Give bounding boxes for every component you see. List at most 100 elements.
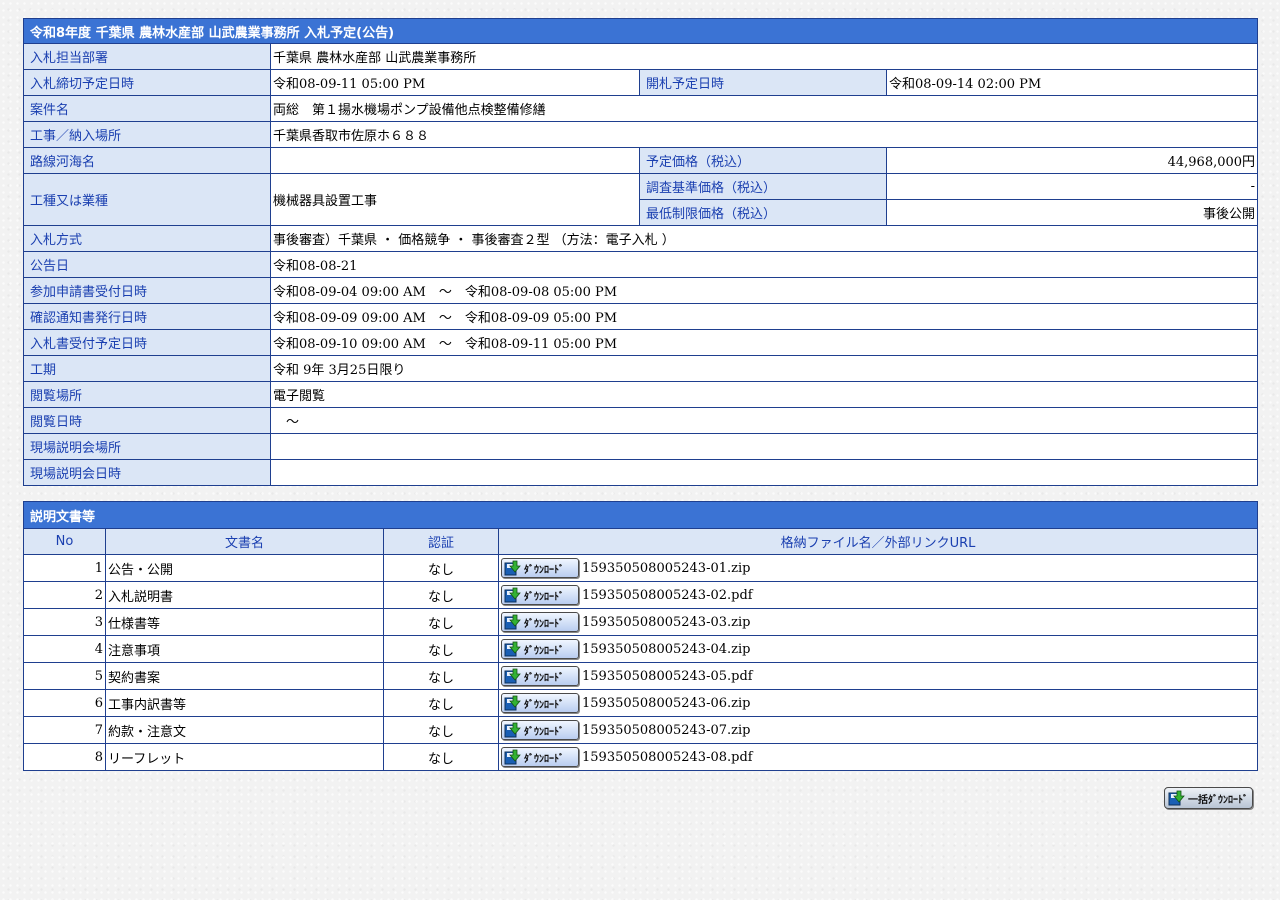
download-button[interactable]: ﾀﾞｳﾝﾛｰﾄﾞ [501,585,579,605]
download-icon [504,722,521,738]
location-label: 工事／納入場所 [23,121,271,148]
download-icon [1168,790,1185,806]
doc-file-name: 159350508005243-05.pdf [582,668,753,684]
doc-auth: なし [383,635,499,663]
col-header-auth: 認証 [383,528,499,555]
period-value: 令和 9年 3月25日限り [269,355,1259,382]
download-icon [504,614,521,630]
planned-price-label: 予定価格（税込） [639,147,887,174]
doc-name: リーフレット [105,743,384,771]
table-row: 5 契約書案 なし ﾀﾞｳﾝﾛｰﾄﾞ 159350508005243-05.pdf [23,662,1259,690]
doc-file-name: 159350508005243-04.zip [582,641,751,657]
briefing-place-value [269,433,1259,460]
table-row: 8 リーフレット なし ﾀﾞｳﾝﾛｰﾄﾞ 159350508005243-08.pdf [23,743,1259,771]
download-button[interactable]: ﾀﾞｳﾝﾛｰﾄﾞ [501,558,579,578]
table-row: 3 仕様書等 なし ﾀﾞｳﾝﾛｰﾄﾞ 159350508005243-03.zip [23,608,1259,636]
download-button[interactable]: ﾀﾞｳﾝﾛｰﾄﾞ [501,666,579,686]
doc-file-name: 159350508005243-01.zip [582,560,751,576]
download-button-label: ﾀﾞｳﾝﾛｰﾄﾞ [524,699,564,711]
category-value: 機械器具設置工事 [270,173,640,226]
doc-no: 3 [23,608,106,636]
doc-no: 6 [23,689,106,717]
project-value: 両総 第１揚水機場ポンプ設備他点検整備修繕 [269,95,1259,122]
col-header-no: No [23,528,106,555]
download-icon [504,695,521,711]
doc-file-cell: ﾀﾞｳﾝﾛｰﾄﾞ 159350508005243-07.zip [497,716,1259,744]
doc-auth: なし [383,608,499,636]
doc-file-cell: ﾀﾞｳﾝﾛｰﾄﾞ 159350508005243-02.pdf [497,581,1259,609]
application-label: 参加申請書受付日時 [23,277,271,304]
bid-info-caption: 令和8年度 千葉県 農林水産部 山武農業事務所 入札予定(公告) [22,18,1259,44]
doc-file-name: 159350508005243-07.zip [582,722,751,738]
doc-file-cell: ﾀﾞｳﾝﾛｰﾄﾞ 159350508005243-01.zip [497,554,1259,582]
deadline-value: 令和08-09-11 05:00 PM [270,69,640,96]
doc-file-cell: ﾀﾞｳﾝﾛｰﾄﾞ 159350508005243-05.pdf [497,662,1259,690]
briefing-date-label: 現場説明会日時 [23,459,271,486]
download-button-label: ﾀﾞｳﾝﾛｰﾄﾞ [524,672,564,684]
doc-file-cell: ﾀﾞｳﾝﾛｰﾄﾞ 159350508005243-06.zip [497,689,1259,717]
col-header-name: 文書名 [105,528,384,555]
survey-price-value: - [885,173,1259,200]
doc-name: 公告・公開 [105,554,384,582]
doc-name: 仕様書等 [105,608,384,636]
table-row: 6 工事内訳書等 なし ﾀﾞｳﾝﾛｰﾄﾞ 159350508005243-06.zip [23,689,1259,717]
briefing-date-value [269,459,1259,486]
doc-auth: なし [383,689,499,717]
download-button-label: ﾀﾞｳﾝﾛｰﾄﾞ [524,645,564,657]
doc-auth: なし [383,581,499,609]
download-button[interactable]: ﾀﾞｳﾝﾛｰﾄﾞ [501,612,579,632]
view-date-value: ～ [269,407,1259,434]
table-row: 1 公告・公開 なし ﾀﾞｳﾝﾛｰﾄﾞ 159350508005243-01.zip [23,554,1259,582]
bid-info-table: 令和8年度 千葉県 農林水産部 山武農業事務所 入札予定(公告) 入札担当部署 … [22,18,1259,486]
method-label: 入札方式 [23,225,271,252]
download-icon [504,641,521,657]
download-button[interactable]: ﾀﾞｳﾝﾛｰﾄﾞ [501,639,579,659]
doc-auth: なし [383,743,499,771]
doc-auth: なし [383,662,499,690]
doc-no: 7 [23,716,106,744]
opening-label: 開札予定日時 [639,69,887,96]
documents-rows: 1 公告・公開 なし ﾀﾞｳﾝﾛｰﾄﾞ 159350508005243-01.zip 2 入… [23,554,1259,771]
documents-table: 説明文書等 No 文書名 認証 格納ファイル名／外部リンクURL 1 公告・公開な… [22,501,1259,771]
dept-label: 入札担当部署 [23,43,271,70]
location-value: 千葉県香取市佐原ホ６８８ [269,121,1259,148]
doc-no: 1 [23,554,106,582]
route-label: 路線河海名 [23,147,271,174]
briefing-place-label: 現場説明会場所 [23,433,271,460]
method-value: 事後審査）千葉県 ・ 価格競争 ・ 事後審査２型 （方法：電子入札 ） [269,225,1259,252]
notice-date-value: 令和08-08-21 [269,251,1259,278]
doc-file-name: 159350508005243-03.zip [582,614,751,630]
dept-value: 千葉県 農林水産部 山武農業事務所 [269,43,1259,70]
download-button-label: ﾀﾞｳﾝﾛｰﾄﾞ [524,753,564,765]
download-button[interactable]: ﾀﾞｳﾝﾛｰﾄﾞ [501,693,579,713]
download-button[interactable]: ﾀﾞｳﾝﾛｰﾄﾞ [501,747,579,767]
min-price-label: 最低制限価格（税込） [639,199,887,226]
opening-value: 令和08-09-14 02:00 PM [885,69,1259,96]
route-value [270,147,640,174]
doc-name: 契約書案 [105,662,384,690]
download-button-label: ﾀﾞｳﾝﾛｰﾄﾞ [524,726,564,738]
min-price-value: 事後公開 [885,199,1259,226]
doc-file-name: 159350508005243-08.pdf [582,749,753,765]
survey-price-label: 調査基準価格（税込） [639,173,887,200]
bid-receipt-label: 入札書受付予定日時 [23,329,271,356]
doc-file-cell: ﾀﾞｳﾝﾛｰﾄﾞ 159350508005243-08.pdf [497,743,1259,771]
doc-file-cell: ﾀﾞｳﾝﾛｰﾄﾞ 159350508005243-03.zip [497,608,1259,636]
view-date-label: 閲覧日時 [23,407,271,434]
doc-no: 8 [23,743,106,771]
deadline-label: 入札締切予定日時 [23,69,271,96]
doc-no: 5 [23,662,106,690]
download-icon [504,749,521,765]
table-row: 7 約款・注意文 なし ﾀﾞｳﾝﾛｰﾄﾞ 159350508005243-07.zip [23,716,1259,744]
documents-caption: 説明文書等 [22,501,1259,529]
doc-auth: なし [383,716,499,744]
doc-auth: なし [383,554,499,582]
doc-file-name: 159350508005243-02.pdf [582,587,753,603]
application-value: 令和08-09-04 09:00 AM ～ 令和08-09-08 05:00 P… [269,277,1259,304]
download-button-label: ﾀﾞｳﾝﾛｰﾄﾞ [524,564,564,576]
download-button[interactable]: ﾀﾞｳﾝﾛｰﾄﾞ [501,720,579,740]
bulk-download-button[interactable]: 一括ﾀﾞｳﾝﾛｰﾄﾞ [1164,787,1253,809]
period-label: 工期 [23,355,271,382]
doc-file-name: 159350508005243-06.zip [582,695,751,711]
download-icon [504,560,521,576]
